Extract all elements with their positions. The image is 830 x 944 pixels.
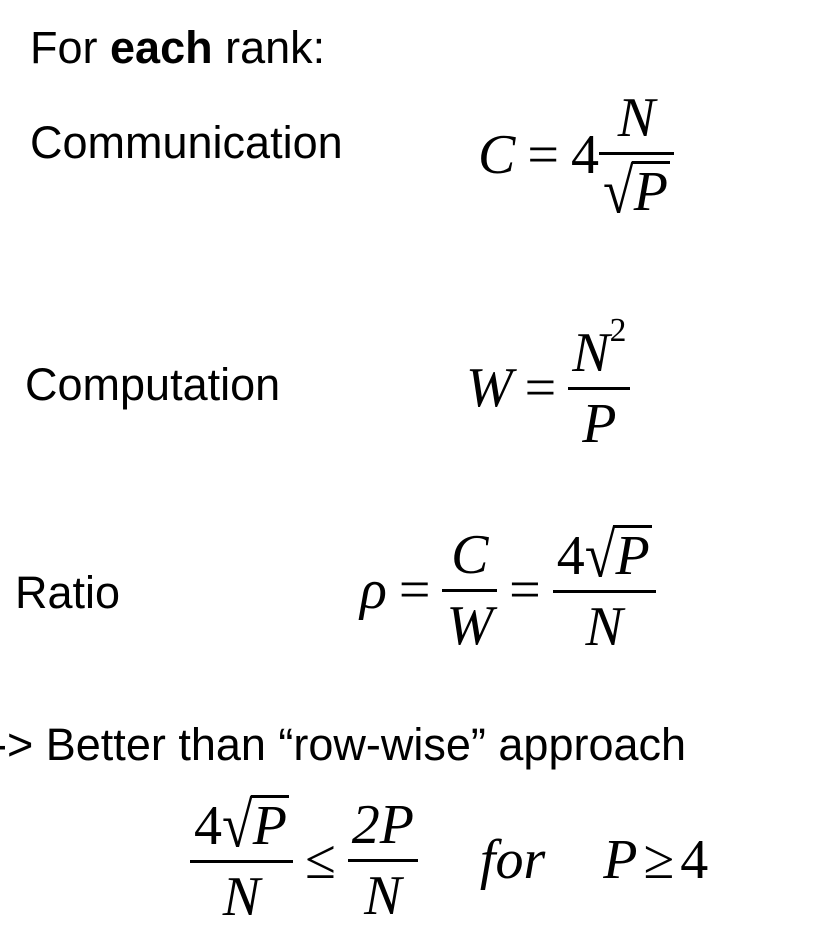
communication-lhs: C — [478, 124, 516, 186]
inequality-formula: 4 √ P N ≤ 2P N for P ≥ 4 — [190, 785, 708, 935]
ratio-denominator-1: W — [446, 594, 494, 657]
inequality-left-denominator: N — [222, 866, 261, 928]
inequality-condition-value: 4 — [680, 829, 709, 891]
computation-numerator-var: N — [572, 321, 610, 384]
computation-formula: W = N2 P — [466, 313, 631, 458]
inequality-radicand: P — [250, 795, 289, 857]
inequality-right-fraction: 2P N — [347, 793, 418, 927]
communication-denominator: √ P — [599, 160, 674, 224]
inequality-radical-icon: √ — [222, 790, 253, 862]
ratio-coefficient: 4 — [556, 525, 585, 587]
computation-equals: = — [524, 357, 557, 419]
inequality-operator: ≤ — [304, 829, 336, 891]
ratio-equals-2: = — [509, 559, 541, 621]
inequality-right-denominator: N — [364, 864, 402, 927]
inequality-left-coefficient: 4 — [194, 795, 222, 857]
ratio-denominator-2: N — [585, 596, 623, 658]
inequality-condition-operator: ≥ — [643, 829, 675, 891]
heading-suffix: rank: — [212, 22, 326, 73]
ratio-sqrt: √ P — [585, 524, 652, 588]
inequality-right-numerator: 2P — [351, 793, 414, 856]
computation-numerator: N2 — [568, 313, 630, 384]
heading-emphasis: each — [110, 22, 213, 73]
ratio-equals-1: = — [398, 559, 431, 621]
computation-label: Computation — [25, 359, 281, 410]
communication-label: Communication — [30, 117, 343, 168]
ratio-formula: ρ = C W = 4 √ P N — [360, 510, 656, 670]
communication-coefficient: 4 — [570, 124, 599, 186]
ratio-lhs: ρ — [360, 559, 387, 621]
ratio-radicand: P — [613, 525, 652, 587]
communication-equals: = — [527, 124, 559, 186]
computation-lhs: W — [466, 357, 513, 419]
communication-fraction: N √ P — [598, 87, 674, 224]
computation-denominator: P — [582, 392, 617, 455]
inequality-left-fraction: 4 √ P N — [190, 794, 293, 928]
ratio-numerator-2: 4 √ P — [553, 524, 656, 588]
ratio-numerator-1: C — [451, 523, 489, 586]
communication-radical-icon: √ — [602, 156, 634, 228]
ratio-fraction-bar-1 — [442, 588, 498, 592]
inequality-sqrt: √ P — [222, 794, 289, 858]
ratio-fraction-1: C W — [442, 523, 498, 657]
inequality-for-word: for — [479, 829, 546, 891]
communication-formula: C = 4 N √ P — [478, 75, 674, 235]
inequality-condition-variable: P — [603, 829, 638, 891]
communication-sqrt: √ P — [603, 160, 670, 224]
conclusion-text: -> Better than “row-wise” approach — [0, 719, 687, 770]
computation-fraction-bar — [568, 386, 631, 390]
ratio-label: Ratio — [15, 567, 121, 618]
computation-fraction: N2 P — [568, 313, 631, 455]
inequality-left-numerator: 4 √ P — [190, 794, 293, 858]
heading: For each rank: — [30, 25, 325, 70]
communication-numerator: N — [617, 87, 656, 149]
heading-prefix: For — [30, 22, 111, 73]
computation-exponent: 2 — [609, 311, 627, 349]
ratio-radical-icon: √ — [584, 520, 616, 592]
inequality-right-fraction-bar — [347, 858, 418, 862]
ratio-fraction-2: 4 √ P N — [552, 524, 656, 658]
communication-radicand: P — [631, 161, 670, 223]
communication-fraction-bar — [598, 152, 674, 155]
